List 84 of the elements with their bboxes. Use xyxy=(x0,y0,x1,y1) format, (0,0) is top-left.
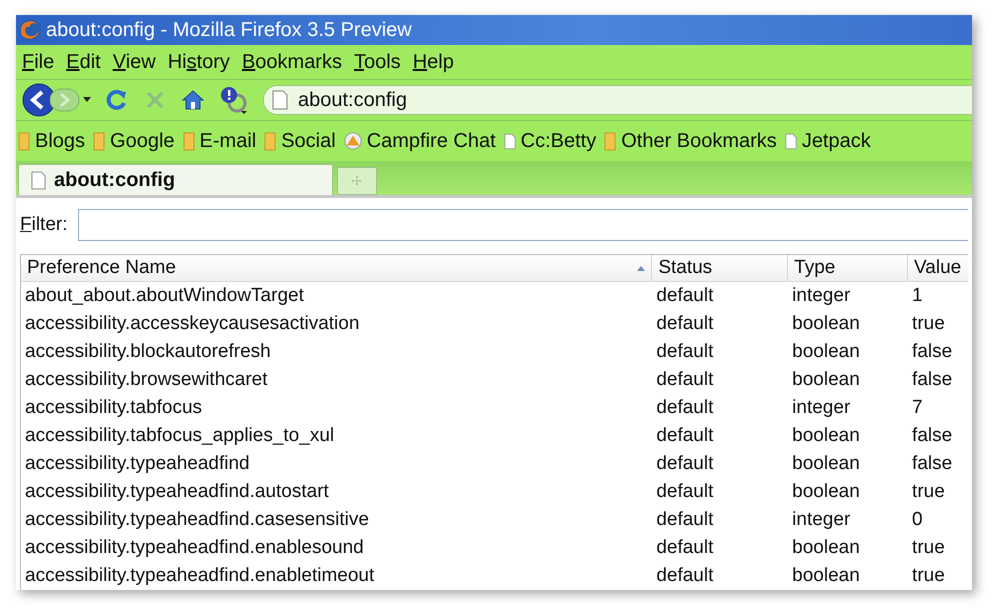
table-cell-text: false xyxy=(911,425,954,447)
table-cell-text: boolean xyxy=(791,313,861,335)
table-cell-text: accessibility.typeaheadfind.casesensitive xyxy=(24,509,370,531)
table-cell-text: boolean xyxy=(791,565,861,587)
table-cell-text: boolean xyxy=(791,369,861,391)
bookmark-item[interactable]: Other Bookmarks xyxy=(604,130,777,152)
table-cell-text: integer xyxy=(791,509,852,531)
folder-icon xyxy=(604,131,616,151)
table-cell-text: boolean xyxy=(791,537,861,559)
table-cell-text: 0 xyxy=(911,509,924,531)
menu-item[interactable]: History xyxy=(168,52,230,72)
table-cell-text: 7 xyxy=(911,397,924,419)
table-cell-text: boolean xyxy=(791,425,861,447)
table-cell-text: accessibility.accesskeycausesactivation xyxy=(24,313,360,335)
menu-item[interactable]: Bookmarks xyxy=(242,52,342,72)
table-cell-text: about_about.aboutWindowTarget xyxy=(24,285,305,307)
table-cell-text: accessibility.typeaheadfind.enablesound xyxy=(24,537,365,559)
table-cell-text: integer xyxy=(791,285,852,307)
window-title: about:config - Mozilla Firefox 3.5 Preview xyxy=(46,18,412,42)
menu-item[interactable]: Tools xyxy=(354,52,401,72)
table-cell-text: accessibility.typeaheadfind.enabletimeout xyxy=(24,565,376,587)
table-cell-text: 1 xyxy=(911,285,924,307)
browser-tab[interactable]: about:config xyxy=(18,164,333,195)
menu-item[interactable]: Help xyxy=(412,52,454,72)
table-cell-text: false xyxy=(911,369,954,391)
bookmark-item[interactable]: Social xyxy=(264,130,336,152)
table-cell-text: default xyxy=(655,453,714,475)
table-cell-text: accessibility.blockautorefresh xyxy=(24,341,272,363)
dropdown-caret-icon[interactable] xyxy=(83,97,91,103)
menu-item[interactable]: Edit xyxy=(66,52,101,72)
table-cell-text: false xyxy=(911,341,954,363)
page-icon xyxy=(272,90,288,110)
sort-arrow-icon xyxy=(637,266,646,270)
column-header[interactable]: Value xyxy=(908,255,968,281)
column-header[interactable]: Preference Name xyxy=(21,255,652,281)
home-icon[interactable] xyxy=(181,88,205,112)
bookmark-item[interactable]: Jetpack xyxy=(784,130,871,152)
bookmark-item[interactable]: E-mail xyxy=(182,130,256,152)
bookmark-item[interactable]: Google xyxy=(93,130,175,152)
browser-logo-icon xyxy=(18,18,42,42)
tent-icon xyxy=(344,132,362,150)
address-bar[interactable]: about:config xyxy=(263,85,972,115)
menu-item[interactable]: View xyxy=(112,52,156,72)
table-cell-text: default xyxy=(655,425,714,447)
table-cell-text: default xyxy=(655,285,714,307)
table-cell-text: boolean xyxy=(791,341,861,363)
table-cell-text: default xyxy=(655,397,714,419)
folder-icon xyxy=(18,131,30,151)
bookmark-item[interactable]: Cc:Betty xyxy=(504,130,596,152)
table-cell-text: accessibility.tabfocus_applies_to_xul xyxy=(24,425,336,447)
alert-badge-icon[interactable] xyxy=(219,86,249,114)
table-cell-text: default xyxy=(655,565,714,587)
folder-icon xyxy=(93,131,106,151)
page-icon xyxy=(784,131,797,151)
bookmark-item[interactable]: Campfire Chat xyxy=(344,130,496,152)
table-cell-text: true xyxy=(911,313,946,335)
table-cell-text: accessibility.typeaheadfind.autostart xyxy=(24,481,330,503)
table-cell-text: boolean xyxy=(791,453,861,475)
table-cell-text: true xyxy=(911,537,946,559)
table-cell-text: true xyxy=(911,481,946,503)
table-cell-text: default xyxy=(655,369,714,391)
table-cell-text: default xyxy=(655,481,714,503)
table-cell-text: accessibility.tabfocus xyxy=(24,397,204,419)
table-cell-text: boolean xyxy=(791,481,861,503)
menu-item[interactable]: File xyxy=(22,52,54,72)
column-header[interactable]: Status xyxy=(652,255,788,281)
table-cell-text: false xyxy=(911,453,954,475)
table-cell-text: accessibility.typeaheadfind xyxy=(24,453,251,475)
filter-label: Filter: xyxy=(20,214,68,236)
page-icon xyxy=(504,131,516,151)
column-header[interactable]: Type xyxy=(788,255,908,281)
table-cell-text: default xyxy=(655,341,714,363)
table-cell-text: default xyxy=(655,313,714,335)
table-cell-text: true xyxy=(911,565,946,587)
filter-field[interactable] xyxy=(78,209,968,241)
folder-icon xyxy=(264,131,276,151)
folder-icon xyxy=(182,131,195,151)
table-cell-text: default xyxy=(655,537,714,559)
page-icon xyxy=(31,170,46,190)
bookmark-item[interactable]: Blogs xyxy=(18,130,86,152)
reload-icon[interactable] xyxy=(105,88,129,112)
table-cell-text: default xyxy=(655,509,714,531)
table-cell-text: integer xyxy=(791,397,852,419)
table-cell-text: accessibility.browsewithcaret xyxy=(24,369,269,391)
